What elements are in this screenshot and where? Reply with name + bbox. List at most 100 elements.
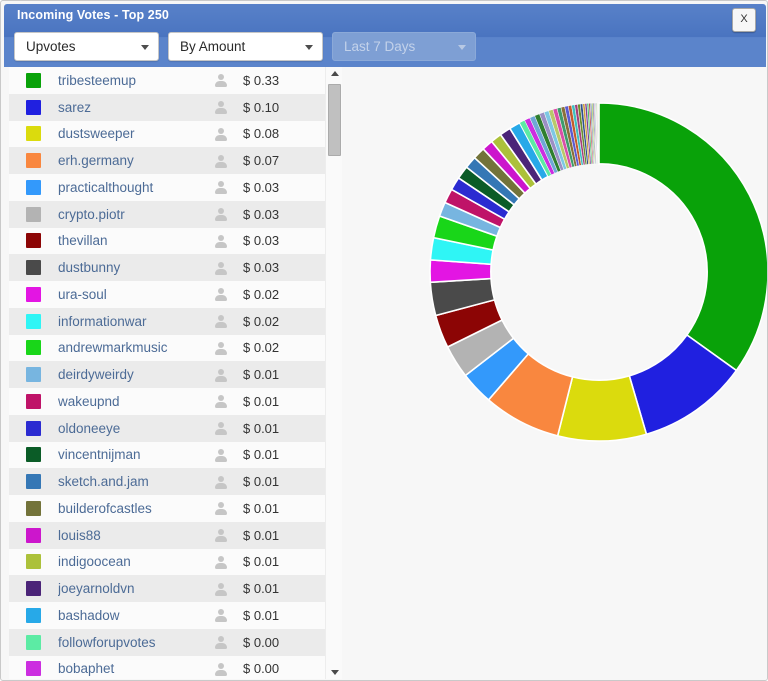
voter-name-link[interactable]: wakeupnd	[58, 394, 213, 409]
votes-donut-chart	[429, 102, 768, 442]
person-icon-body	[215, 509, 227, 516]
vote-amount: $ 0.01	[243, 367, 280, 383]
color-swatch	[26, 474, 41, 490]
voter-name-link[interactable]: bobaphet	[58, 661, 213, 676]
voter-name-link[interactable]: thevillan	[58, 233, 213, 248]
person-icon[interactable]	[213, 661, 229, 677]
scroll-down-button[interactable]	[326, 665, 343, 679]
list-item[interactable]: vincentnijman $ 0.01	[9, 441, 325, 469]
close-button[interactable]: X	[732, 8, 756, 32]
list-item[interactable]: tribesteemup $ 0.33	[9, 67, 325, 94]
person-icon[interactable]	[213, 474, 229, 490]
scroll-up-button[interactable]	[326, 67, 343, 81]
person-icon[interactable]	[213, 634, 229, 650]
list-item[interactable]: thevillan $ 0.03	[9, 227, 325, 255]
voter-name-link[interactable]: vincentnijman	[58, 447, 213, 462]
person-icon[interactable]	[213, 286, 229, 302]
voter-name-link[interactable]: bashadow	[58, 608, 213, 623]
vote-amount: $ 0.01	[243, 607, 280, 623]
list-item[interactable]: andrewmarkmusic $ 0.02	[9, 334, 325, 362]
voters-list-scrollbar[interactable]	[325, 67, 342, 679]
voter-name-link[interactable]: practicalthought	[58, 180, 213, 195]
list-item[interactable]: sarez $ 0.10	[9, 93, 325, 121]
person-icon-head	[218, 127, 224, 134]
list-item[interactable]: ura-soul $ 0.02	[9, 281, 325, 308]
list-item[interactable]: informationwar $ 0.02	[9, 307, 325, 335]
sort-by-select[interactable]: By Amount	[168, 32, 323, 61]
voter-name-link[interactable]: followforupvotes	[58, 635, 213, 650]
person-icon[interactable]	[213, 126, 229, 142]
voter-name-link[interactable]: tribesteemup	[58, 73, 213, 88]
list-item[interactable]: wakeupnd $ 0.01	[9, 388, 325, 415]
list-item[interactable]: deirdyweirdy $ 0.01	[9, 361, 325, 388]
person-icon[interactable]	[213, 420, 229, 436]
voter-name-link[interactable]: dustsweeper	[58, 126, 213, 141]
person-icon[interactable]	[213, 99, 229, 115]
voter-name-link[interactable]: crypto.piotr	[58, 207, 213, 222]
person-icon-head	[218, 609, 224, 616]
vote-amount: $ 0.01	[243, 581, 280, 597]
voter-name-link[interactable]: dustbunny	[58, 260, 213, 275]
list-item[interactable]: dustbunny $ 0.03	[9, 254, 325, 281]
list-item[interactable]: builderofcastles $ 0.01	[9, 495, 325, 522]
color-swatch	[26, 447, 41, 463]
voters-list-viewport: tribesteemup $ 0.33 sarez $ 0.10 dustsweeper…	[9, 67, 325, 679]
color-swatch	[26, 313, 41, 329]
list-item[interactable]: followforupvotes $ 0.00	[9, 628, 325, 656]
list-item[interactable]: indigoocean $ 0.01	[9, 548, 325, 576]
voter-name-link[interactable]: sketch.and.jam	[58, 474, 213, 489]
list-item[interactable]: bashadow $ 0.01	[9, 602, 325, 629]
person-icon[interactable]	[213, 72, 229, 88]
list-item[interactable]: sketch.and.jam $ 0.01	[9, 468, 325, 495]
vote-amount: $ 0.03	[243, 206, 280, 222]
person-icon-body	[215, 348, 227, 355]
list-item[interactable]: dustsweeper $ 0.08	[9, 120, 325, 148]
voter-name-link[interactable]: andrewmarkmusic	[58, 340, 213, 355]
color-swatch	[26, 153, 41, 169]
voter-name-link[interactable]: indigoocean	[58, 554, 213, 569]
person-icon[interactable]	[213, 607, 229, 623]
voter-name-link[interactable]: informationwar	[58, 314, 213, 329]
person-icon[interactable]	[213, 313, 229, 329]
vote-type-select[interactable]: Upvotes	[14, 32, 159, 61]
person-icon[interactable]	[213, 554, 229, 570]
filter-controls: Upvotes By Amount Last 7 Days	[14, 32, 476, 61]
color-swatch	[26, 99, 41, 115]
person-icon[interactable]	[213, 447, 229, 463]
scrollbar-thumb[interactable]	[328, 84, 341, 156]
list-item[interactable]: crypto.piotr $ 0.03	[9, 200, 325, 228]
person-icon[interactable]	[213, 527, 229, 543]
voter-name-link[interactable]: oldoneeye	[58, 421, 213, 436]
list-item[interactable]: joeyarnoldvn $ 0.01	[9, 575, 325, 602]
voter-name-link[interactable]: builderofcastles	[58, 501, 213, 516]
person-icon[interactable]	[213, 340, 229, 356]
voter-name-link[interactable]: deirdyweirdy	[58, 367, 213, 382]
person-icon[interactable]	[213, 500, 229, 516]
voter-name-link[interactable]: ura-soul	[58, 287, 213, 302]
voter-name-link[interactable]: erh.germany	[58, 153, 213, 168]
person-icon[interactable]	[213, 581, 229, 597]
list-item[interactable]: louis88 $ 0.01	[9, 521, 325, 549]
person-icon[interactable]	[213, 206, 229, 222]
person-icon[interactable]	[213, 179, 229, 195]
voter-name-link[interactable]: sarez	[58, 100, 213, 115]
person-icon-head	[218, 234, 224, 241]
voter-name-link[interactable]: louis88	[58, 528, 213, 543]
person-icon[interactable]	[213, 393, 229, 409]
list-item[interactable]: bobaphet $ 0.00	[9, 655, 325, 679]
person-icon[interactable]	[213, 153, 229, 169]
color-swatch	[26, 340, 41, 356]
list-item[interactable]: practicalthought $ 0.03	[9, 174, 325, 201]
color-swatch	[26, 72, 41, 88]
voter-name-link[interactable]: joeyarnoldvn	[58, 581, 213, 596]
donut-slice[interactable]	[598, 102, 768, 372]
person-icon[interactable]	[213, 233, 229, 249]
period-select[interactable]: Last 7 Days	[332, 32, 476, 61]
vote-type-select-value: Upvotes	[26, 39, 76, 54]
person-icon-head	[218, 555, 224, 562]
list-item[interactable]: oldoneeye $ 0.01	[9, 414, 325, 442]
vote-amount: $ 0.10	[243, 99, 280, 115]
person-icon[interactable]	[213, 367, 229, 383]
list-item[interactable]: erh.germany $ 0.07	[9, 147, 325, 174]
person-icon[interactable]	[213, 260, 229, 276]
